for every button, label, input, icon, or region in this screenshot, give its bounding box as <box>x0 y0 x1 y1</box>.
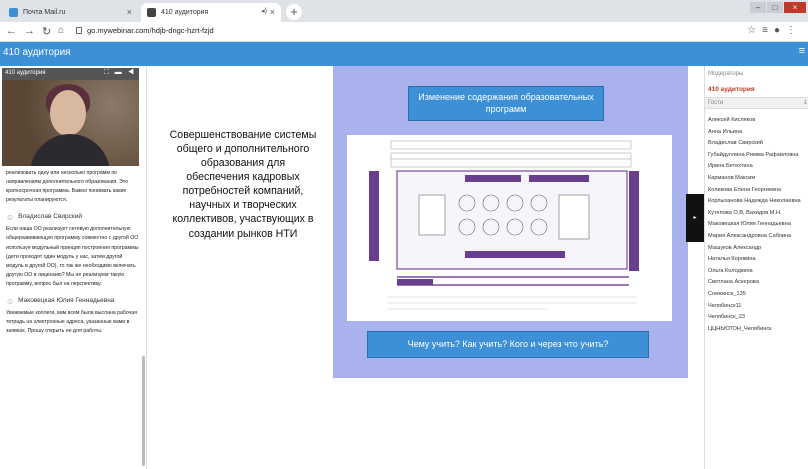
forward-icon[interactable]: → <box>24 25 35 37</box>
window-controls: – □ × <box>750 2 806 13</box>
chat-author: ☺ Владислав Свирский <box>6 211 139 225</box>
guest-item[interactable]: Корлыханова Надежда Николаевна <box>708 196 801 208</box>
user-icon: ☺ <box>6 297 15 307</box>
guest-item[interactable]: Алексей Кисляков <box>708 115 801 127</box>
guest-item[interactable]: Губайдуллина Римма Рафаиловна <box>708 150 801 162</box>
profile-icon[interactable]: ● <box>774 25 786 36</box>
guest-item[interactable]: Коликова Елена Георгиевна <box>708 185 801 197</box>
chat-author: ☺ Маковецкая Юлия Геннадьевна <box>6 295 139 309</box>
back-icon[interactable]: ← <box>6 25 17 37</box>
guest-item[interactable]: Машуков Александр <box>708 243 801 255</box>
chat-scrollbar[interactable] <box>142 356 145 466</box>
guest-item[interactable]: Мария Александровна Саблина <box>708 231 801 243</box>
toolbar-icons: ☆≡●⋮ <box>747 25 802 36</box>
guest-item[interactable]: Челябинск11 <box>708 301 801 313</box>
guest-item[interactable]: Снежинск_135 <box>708 289 801 301</box>
tab-webinar[interactable]: 410 аудитория ◂) × <box>141 3 281 22</box>
star-icon[interactable]: ☆ <box>747 25 762 36</box>
home-icon[interactable]: ⌂ <box>58 25 64 36</box>
chat-log: реализовать одну или несколько программ … <box>6 169 139 336</box>
guest-item[interactable]: Анна Ильина <box>708 127 801 139</box>
guests-count: 1 <box>803 100 807 106</box>
webcam-video <box>2 80 139 166</box>
next-slide-icon[interactable]: ▸ <box>686 194 704 242</box>
address-bar: ← → ↻ ⌂ go.mywebinar.com/hdjb-dngc-hzrt-… <box>0 22 808 42</box>
new-tab-button[interactable]: + <box>286 4 302 20</box>
moderators-label: Модераторы <box>708 71 744 77</box>
guest-item[interactable]: Кутепова О.В, Вахидов М.Н. <box>708 208 801 220</box>
url-field[interactable]: go.mywebinar.com/hdjb-dngc-hzrt-fzjd <box>76 26 214 35</box>
lock-icon <box>76 27 82 34</box>
moderator-name: 410 аудитория <box>708 86 755 93</box>
chat-message-text: Если наша ОО реализует сетевую дополните… <box>6 226 139 287</box>
guest-item[interactable]: Маковецкая Юлия Геннадьевна <box>708 219 801 231</box>
user-icon: ☺ <box>6 213 15 223</box>
guests-header[interactable]: Гости 1 <box>705 97 808 109</box>
mail-icon <box>9 8 18 17</box>
guest-item[interactable]: Владислав Свирский <box>708 138 801 150</box>
slide-side-text: Совершенствование системы общего и допол… <box>169 129 317 240</box>
slide-footer: Чему учить? Как учить? Кого и через что … <box>367 331 649 358</box>
video-header: 410 аудитория ⛶ ▬ ◀ <box>2 68 139 80</box>
browser-tab-bar: Почта Mail.ru × 410 аудитория ◂) × + – □… <box>0 0 808 22</box>
maximize-icon[interactable]: □ <box>767 2 783 13</box>
tab-close-icon[interactable]: × <box>127 7 132 17</box>
tab-mail[interactable]: Почта Mail.ru × <box>3 3 138 22</box>
more-icon[interactable]: ⋮ <box>786 25 802 36</box>
video-controls[interactable]: ⛶ ▬ ◀ <box>104 69 136 77</box>
chat-message-text: реализовать одну или несколько программ … <box>6 170 129 204</box>
guest-item[interactable]: Ирина Бетехтина <box>708 161 801 173</box>
slide-diagram <box>347 135 672 321</box>
chat-message-text: Уважаемые коллеги, вам всем была выслана… <box>6 310 138 335</box>
webinar-icon <box>147 8 156 17</box>
minimize-icon[interactable]: – <box>750 2 766 13</box>
tab-label: Почта Mail.ru <box>23 9 66 16</box>
guest-list: Алексей Кисляков Анна Ильина Владислав С… <box>708 115 801 335</box>
reading-list-icon[interactable]: ≡ <box>762 25 774 36</box>
guest-item[interactable]: Челябинск_23 <box>708 312 801 324</box>
guest-item[interactable]: Ольга Колодкина <box>708 266 801 278</box>
left-panel: 410 аудитория ⛶ ▬ ◀ реализовать одну или… <box>0 66 147 469</box>
menu-icon[interactable]: ≡ <box>799 45 805 57</box>
reload-icon[interactable]: ↻ <box>42 25 51 38</box>
tab-label: 410 аудитория <box>161 9 209 16</box>
audio-icon[interactable]: ◂) <box>261 7 267 15</box>
guest-item[interactable]: Карманов Максим <box>708 173 801 185</box>
guest-item[interactable]: ЦЦНЬЮТОН_Челябинск <box>708 324 801 336</box>
tab-close-icon[interactable]: × <box>270 7 275 17</box>
video-title: 410 аудитория <box>5 70 46 76</box>
close-icon[interactable]: × <box>784 2 806 13</box>
app-header: 410 аудитория ≡ <box>0 42 808 66</box>
guest-item[interactable]: Светлана Аскерова <box>708 277 801 289</box>
slide-header: Изменение содержания образовательных про… <box>408 86 604 121</box>
guest-item[interactable]: Наталья Корякина <box>708 254 801 266</box>
room-title: 410 аудитория <box>3 47 71 58</box>
participants-panel: Модераторы 410 аудитория Гости 1 Алексей… <box>704 66 808 469</box>
